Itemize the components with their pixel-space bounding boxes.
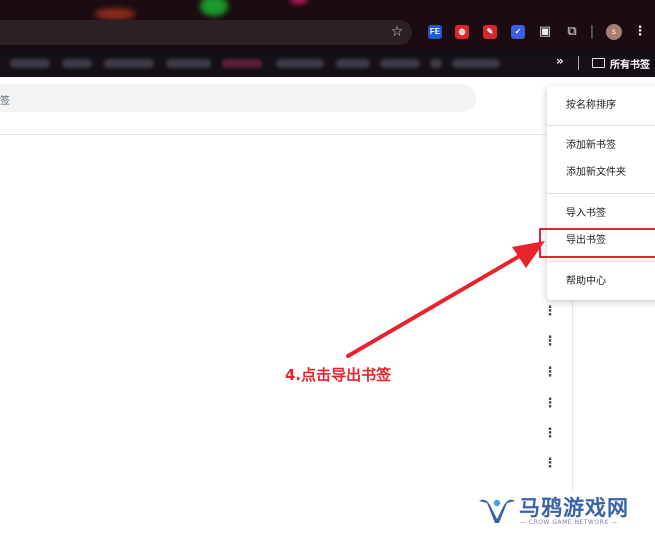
annotation-arrow xyxy=(346,241,545,358)
watermark-subtitle: — CROW GAME NETWORK — xyxy=(520,519,618,526)
crow-logo-icon xyxy=(479,499,515,523)
annotation-text: 4.点击导出书签 xyxy=(285,366,392,384)
watermark-title: 马鸦游戏网 xyxy=(519,496,629,520)
arrow-head xyxy=(512,241,545,268)
arrow-shaft xyxy=(346,248,532,358)
browser-window: ☆ FE ◍ ✎ ✓ ▣ ⧉ | s ⋮ » 所有书签 签 ⋮ ⋮ ⋮ ⋮ ⋮ … xyxy=(0,0,655,538)
